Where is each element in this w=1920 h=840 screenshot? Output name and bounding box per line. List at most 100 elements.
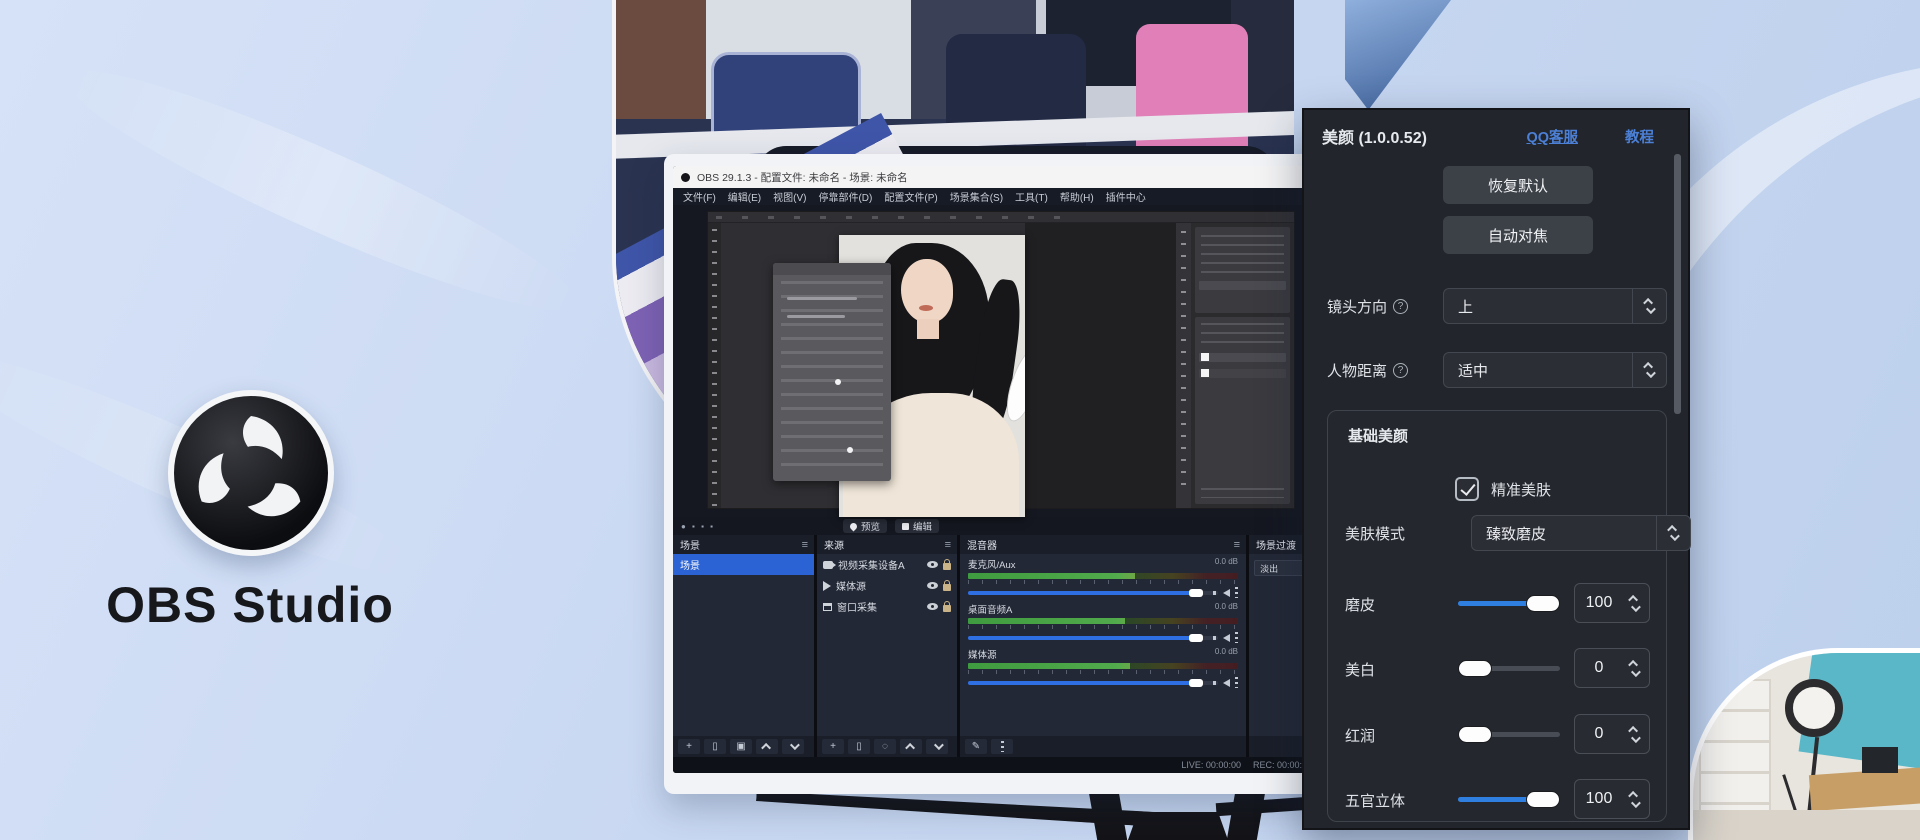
photoshop-panel-layers: [1195, 317, 1290, 504]
speaker-icon[interactable]: [1223, 589, 1230, 597]
edit-icon: [902, 523, 909, 530]
channel-options-icon[interactable]: [1235, 677, 1238, 688]
visibility-icon[interactable]: [927, 603, 938, 610]
whitening-value: 0: [1575, 659, 1623, 677]
speaker-icon[interactable]: [1223, 634, 1230, 642]
photoshop-floating-panel: [773, 263, 891, 481]
photoshop-options-bar: [708, 212, 1294, 223]
preview-tab-label: 预览: [861, 519, 880, 533]
remove-scene-button[interactable]: ▯: [704, 739, 726, 754]
volume-slider[interactable]: [968, 636, 1218, 640]
scenes-dock-header[interactable]: 场景 ≡: [673, 535, 814, 554]
menu-view[interactable]: 视图(V): [773, 189, 806, 204]
add-source-button[interactable]: +: [822, 739, 844, 754]
menu-profile[interactable]: 配置文件(P): [884, 189, 937, 204]
rosy-slider[interactable]: [1458, 732, 1560, 737]
channel-name: 媒体源: [968, 647, 997, 661]
source-label: 媒体源: [836, 578, 922, 593]
autofocus-button[interactable]: 自动对焦: [1443, 216, 1593, 254]
help-icon[interactable]: ?: [1393, 299, 1408, 314]
move-source-up-button[interactable]: [900, 739, 922, 754]
menu-tools[interactable]: 工具(T): [1015, 189, 1048, 204]
speaker-icon[interactable]: [1223, 679, 1230, 687]
camera-direction-select[interactable]: 上: [1443, 288, 1667, 324]
lock-icon[interactable]: [943, 563, 951, 570]
lock-icon[interactable]: [943, 605, 951, 612]
mixer-pen-button[interactable]: ✎: [965, 739, 987, 754]
facial-3d-slider[interactable]: [1458, 797, 1560, 802]
preview-tab-button[interactable]: 预览: [843, 519, 887, 533]
portrait-neck: [917, 319, 939, 339]
floating-panel-header: [773, 263, 891, 275]
source-row[interactable]: 媒体源: [817, 575, 957, 596]
sources-dock-header[interactable]: 来源 ≡: [817, 535, 957, 554]
obs-preview-controls-row: ● ▪ ▪ ▪ 预览 编辑: [673, 517, 1322, 535]
duplicate-scene-button[interactable]: ▣: [730, 739, 752, 754]
menu-scene-collection[interactable]: 场景集合(S): [950, 189, 1003, 204]
dock-menu-icon[interactable]: ≡: [945, 539, 957, 551]
mixer-dock-header[interactable]: 混音器 ≡: [960, 535, 1246, 554]
channel-options-icon[interactable]: [1235, 632, 1238, 643]
beauty-plugin-panel: 美颜 (1.0.0.52) QQ客服 教程 恢复默认 自动对焦 镜头方向 ? 上…: [1302, 108, 1690, 830]
volume-slider[interactable]: [968, 591, 1218, 595]
dock-menu-icon[interactable]: ≡: [1234, 539, 1246, 551]
smoothing-spinner[interactable]: 100: [1574, 583, 1650, 623]
channel-options-icon[interactable]: [1235, 587, 1238, 598]
channel-name: 桌面音频A: [968, 602, 1012, 616]
whitening-slider[interactable]: [1458, 666, 1560, 671]
mixer-channel: 桌面音频A0.0 dB: [960, 599, 1246, 644]
add-scene-button[interactable]: +: [678, 739, 700, 754]
floating-panel-slider: [787, 315, 845, 318]
skin-mode-label: 美肤模式: [1345, 523, 1405, 544]
remove-source-button[interactable]: ▯: [848, 739, 870, 754]
volume-slider[interactable]: [968, 681, 1218, 685]
select-chevrons: [1632, 289, 1666, 323]
qq-support-link[interactable]: QQ客服: [1526, 126, 1578, 147]
dock-menu-icon[interactable]: ≡: [802, 539, 814, 551]
rosy-spinner[interactable]: 0: [1574, 714, 1650, 754]
visibility-icon[interactable]: [927, 561, 938, 568]
menu-help[interactable]: 帮助(H): [1060, 189, 1094, 204]
lock-icon[interactable]: [943, 584, 951, 591]
spinner-chevrons[interactable]: [1623, 660, 1645, 677]
photo-laptop: [1862, 747, 1898, 773]
meter-ticks: [968, 580, 1238, 584]
move-scene-up-button[interactable]: [756, 739, 778, 754]
camera-direction-value: 上: [1444, 296, 1632, 317]
move-scene-down-button[interactable]: [782, 739, 804, 754]
source-row[interactable]: 窗口采集: [817, 596, 957, 617]
spinner-chevrons[interactable]: [1623, 726, 1645, 743]
facial-3d-spinner[interactable]: 100: [1574, 779, 1650, 819]
obs-title-bar[interactable]: OBS 29.1.3 - 配置文件: 未命名 - 场景: 未命名: [673, 166, 1322, 188]
whitening-spinner[interactable]: 0: [1574, 648, 1650, 688]
edit-tab-button[interactable]: 编辑: [895, 519, 939, 533]
photo-ring-light: [1785, 679, 1843, 737]
visibility-icon[interactable]: [927, 582, 938, 589]
skin-mode-select[interactable]: 臻致磨皮: [1471, 515, 1691, 551]
move-source-down-button[interactable]: [926, 739, 948, 754]
menu-edit[interactable]: 编辑(E): [728, 189, 761, 204]
mixer-options-button[interactable]: [991, 739, 1013, 754]
restore-defaults-button[interactable]: 恢复默认: [1443, 166, 1593, 204]
help-icon[interactable]: ?: [1393, 363, 1408, 378]
menu-file[interactable]: 文件(F): [683, 189, 716, 204]
channel-name: 麦克风/Aux: [968, 557, 1016, 571]
basic-beauty-section: 基础美颜 精准美肤 美肤模式 臻致磨皮 磨皮 100 美白 0: [1327, 410, 1667, 822]
photo-chair-pink: [1136, 24, 1248, 166]
precise-skin-checkbox[interactable]: [1455, 477, 1479, 501]
source-row[interactable]: 视频采集设备A: [817, 554, 957, 575]
menu-plugin-center[interactable]: 插件中心: [1106, 189, 1146, 204]
sources-dock: 来源 ≡ 视频采集设备A 媒体源 窗口采集: [817, 535, 957, 757]
menu-docks[interactable]: 停靠部件(D): [818, 189, 872, 204]
photoshop-toolbar: [708, 223, 721, 508]
photo-desk-wood: [1809, 767, 1920, 811]
panel-scrollbar[interactable]: [1674, 154, 1681, 414]
spinner-chevrons[interactable]: [1623, 791, 1645, 808]
source-properties-button[interactable]: ◌: [874, 739, 896, 754]
portrait-lips: [919, 305, 933, 311]
scene-list-item-selected[interactable]: 场景: [673, 554, 814, 575]
subject-distance-select[interactable]: 适中: [1443, 352, 1667, 388]
spinner-chevrons[interactable]: [1623, 595, 1645, 612]
smoothing-slider[interactable]: [1458, 601, 1560, 606]
tutorial-link[interactable]: 教程: [1625, 126, 1654, 147]
